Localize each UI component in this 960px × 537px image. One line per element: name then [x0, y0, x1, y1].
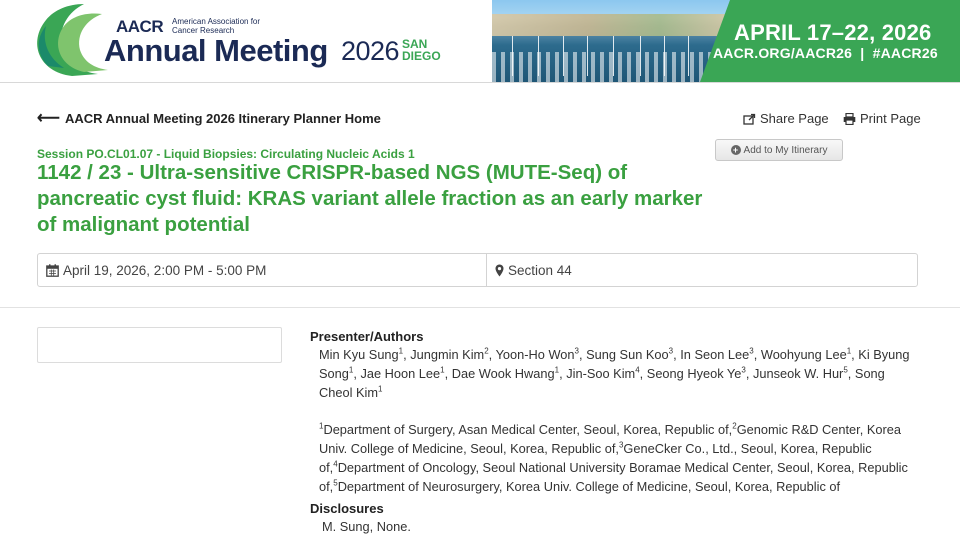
add-to-itinerary-label: Add to My Itinerary [743, 144, 828, 156]
share-page-label: Share Page [760, 111, 829, 126]
meeting-year: 2026 [341, 36, 400, 66]
affiliation-list: 1Department of Surgery, Asan Medical Cen… [319, 420, 919, 496]
disclosure-name: M. Sung, [322, 519, 374, 534]
author-name: Jin-Soo Kim [566, 366, 636, 381]
san-diego-marina-photo [492, 0, 732, 82]
author-name: Yoon-Ho Won [495, 347, 575, 362]
meeting-name: Annual Meeting [104, 33, 328, 68]
author-affiliation-number: 1 [440, 365, 445, 375]
session-location-text: Section 44 [508, 262, 572, 278]
author-affiliation-number: 1 [398, 346, 404, 356]
author-affiliation-number: 4 [635, 365, 640, 375]
author-list: Min Kyu Sung1, Jungmin Kim2, Yoon-Ho Won… [319, 346, 910, 400]
side-panel-box [37, 327, 282, 363]
map-marker-icon [495, 264, 504, 276]
arrow-left-icon: ⟵ [37, 109, 60, 127]
session-datetime-text: April 19, 2026, 2:00 PM - 5:00 PM [63, 262, 267, 278]
author-affiliation-number: 3 [749, 346, 754, 356]
print-page-label: Print Page [860, 111, 921, 126]
author-affiliation-number: 1 [348, 365, 354, 375]
print-page-button[interactable]: Print Page [843, 111, 921, 126]
meeting-links: AACR.ORG/AACR26 | #AACR26 [713, 45, 938, 61]
author-affiliation-number: 1 [378, 384, 383, 394]
itinerary-home-link[interactable]: ⟵ AACR Annual Meeting 2026 Itinerary Pla… [37, 109, 381, 127]
add-to-itinerary-button[interactable]: + Add to My Itinerary [715, 139, 843, 161]
author-name: Seong Hyeok Ye [646, 366, 742, 381]
author-name: Jae Hoon Lee [360, 366, 441, 381]
session-info-box: April 19, 2026, 2:00 PM - 5:00 PM Sectio… [37, 253, 918, 287]
presenter-authors-heading: Presenter/Authors [310, 329, 424, 344]
share-page-button[interactable]: Share Page [743, 111, 829, 126]
affiliation-text: Department of Surgery, Asan Medical Cent… [323, 422, 733, 437]
plus-circle-icon: + [730, 145, 741, 155]
session-datetime: April 19, 2026, 2:00 PM - 5:00 PM [38, 254, 487, 286]
session-location: Section 44 [487, 254, 572, 286]
author-name: Woohyung Lee [760, 347, 847, 362]
meeting-dates: APRIL 17–22, 2026 [734, 20, 932, 45]
author-name: Jungmin Kim [410, 347, 485, 362]
author-affiliation-number: 3 [741, 365, 746, 375]
meeting-banner: AACR American Association for Cancer Res… [0, 0, 960, 83]
disclosure-entry: M. Sung, None. [322, 519, 411, 534]
calendar-icon [46, 263, 59, 277]
session-label: Session PO.CL01.07 - Liquid Biopsies: Ci… [37, 147, 415, 161]
abstract-title: 1142 / 23 - Ultra-sensitive CRISPR-based… [37, 161, 703, 236]
author-name: Min Kyu Sung [319, 347, 399, 362]
share-icon [743, 113, 756, 125]
disclosures-heading: Disclosures [310, 501, 384, 516]
author-affiliation-number: 2 [484, 346, 489, 356]
author-name: Junseok W. Hur [753, 366, 844, 381]
section-divider [0, 307, 960, 308]
author-name: Dae Wook Hwang [451, 366, 555, 381]
affiliation-text: Department of Neurosurgery, Korea Univ. … [337, 479, 841, 494]
author-affiliation-number: 3 [574, 346, 579, 356]
author-name: Sung Sun Koo [586, 347, 669, 362]
author-affiliation-number: 3 [668, 346, 674, 356]
author-affiliation-number: 1 [554, 365, 560, 375]
printer-icon [843, 112, 856, 125]
author-affiliation-number: 5 [843, 365, 848, 375]
author-affiliation-number: 1 [846, 346, 852, 356]
meeting-city: SAN DIEGO [402, 37, 441, 63]
itinerary-home-label: AACR Annual Meeting 2026 Itinerary Plann… [64, 111, 381, 126]
author-name: In Seon Lee [680, 347, 750, 362]
aacr-logo-swoosh [37, 4, 108, 76]
disclosure-value: None. [376, 519, 411, 534]
